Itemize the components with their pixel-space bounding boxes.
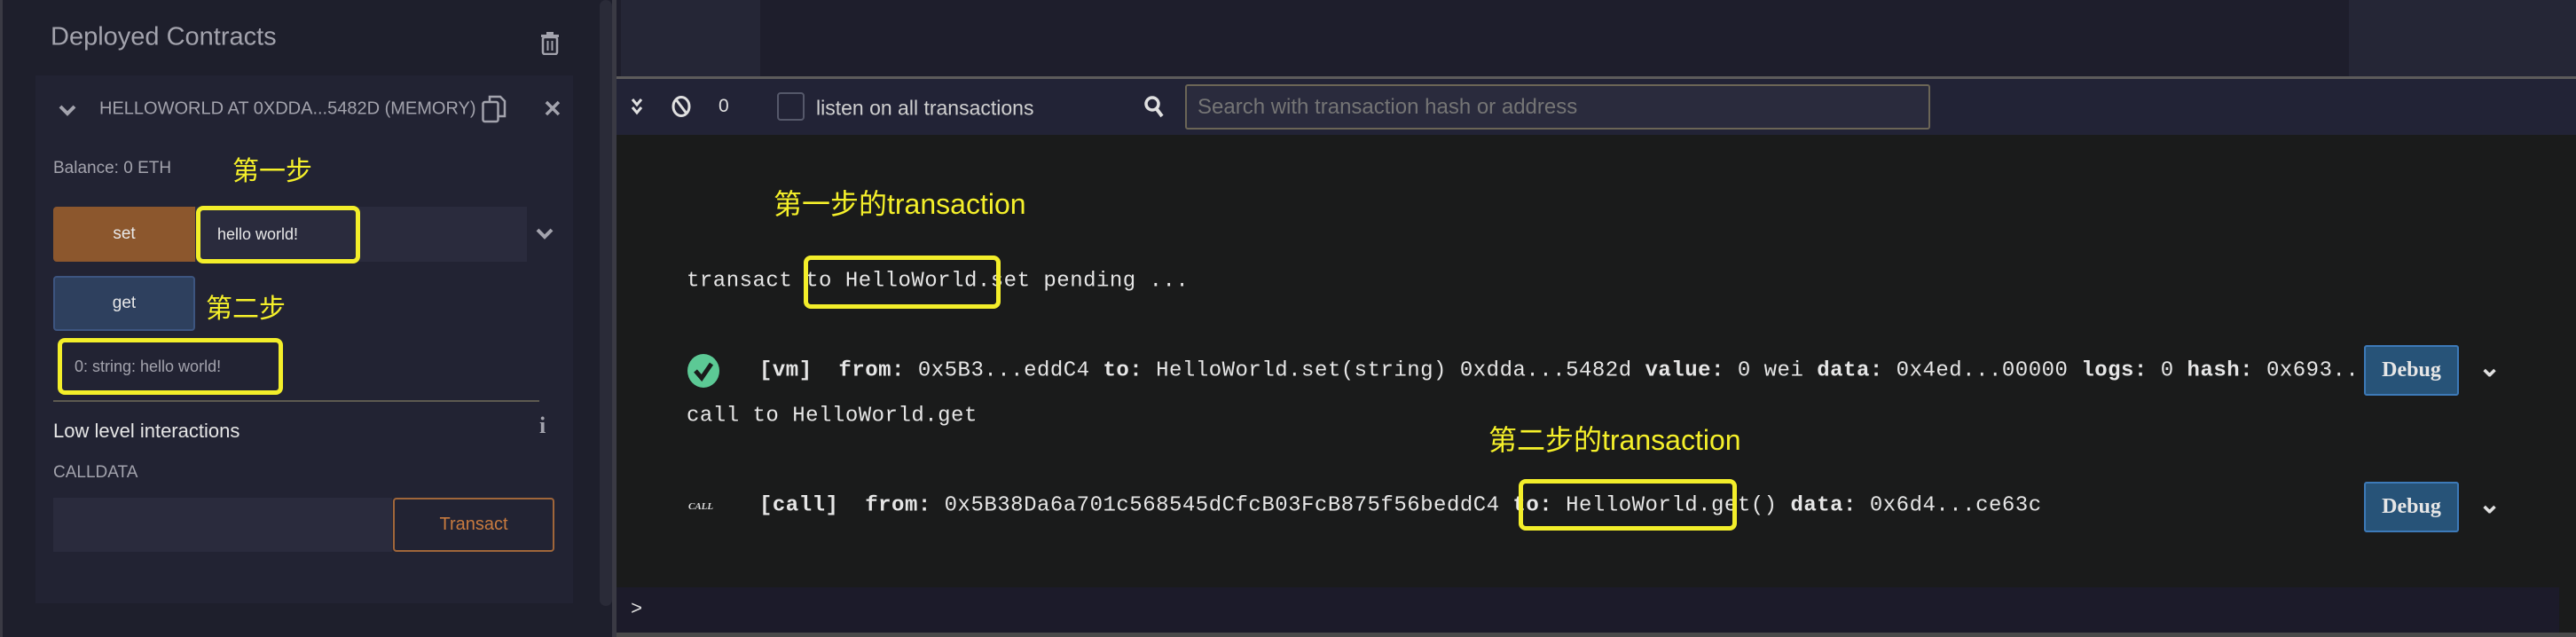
- calldata-label: CALLDATA: [53, 463, 138, 482]
- divider: [53, 400, 539, 402]
- contract-card: HELLOWORLD AT 0XDDA...5482D (MEMORY) ✕ B…: [35, 75, 573, 603]
- log-call-line: call to HelloWorld.get: [687, 404, 978, 429]
- highlight-box: [804, 256, 1001, 309]
- tx-tag: [call]: [759, 493, 839, 518]
- trash-icon[interactable]: [540, 32, 560, 55]
- data-value: 0x4ed...00000: [1896, 358, 2069, 383]
- data-label: data:: [1790, 493, 1857, 518]
- contract-header[interactable]: HELLOWORLD AT 0XDDA...5482D (MEMORY): [99, 99, 490, 120]
- set-input-value[interactable]: hello world!: [196, 206, 360, 263]
- editor-gutter: [621, 0, 760, 76]
- transact-button[interactable]: Transact: [393, 498, 554, 552]
- listen-label: listen on all transactions: [816, 96, 1034, 120]
- from-label: from:: [865, 493, 931, 518]
- from-value: 0x5B38Da6a701c568545dCfcB03FcB875f56bedd…: [944, 493, 1500, 518]
- value-value: 0 wei: [1737, 358, 1804, 383]
- tx-tag: [vm]: [759, 358, 813, 383]
- expand-chevron-icon[interactable]: ⌄: [2478, 352, 2501, 383]
- calldata-input[interactable]: [53, 498, 392, 552]
- terminal-input[interactable]: >: [617, 587, 2559, 633]
- get-button[interactable]: get: [53, 276, 195, 331]
- collapse-double-chevron-icon[interactable]: [631, 97, 643, 116]
- editor-minimap: [2349, 0, 2576, 76]
- to-value: HelloWorld.set(string) 0xdda...5482d: [1156, 358, 1632, 383]
- info-icon[interactable]: i: [539, 413, 546, 439]
- pending-suffix: pending ...: [1043, 269, 1190, 294]
- prompt-symbol: >: [631, 598, 643, 621]
- set-button[interactable]: set: [53, 207, 195, 262]
- debug-button[interactable]: Debug: [2364, 345, 2459, 396]
- expand-chevron-icon[interactable]: [536, 227, 554, 240]
- data-label: data:: [1817, 358, 1883, 383]
- highlight-box: [1519, 479, 1737, 531]
- horizontal-scrollbar[interactable]: [617, 633, 2576, 637]
- logs-label: logs:: [2081, 358, 2148, 383]
- log-vm-transaction[interactable]: [vm] from: 0x5B3...eddC4 to: HelloWorld.…: [759, 359, 2439, 383]
- from-value: 0x5B3...eddC4: [917, 358, 1090, 383]
- terminal-toolbar: 0 listen on all transactions: [617, 79, 2576, 135]
- data-value: 0x6d4...ce63c: [1869, 493, 2042, 518]
- listen-checkbox[interactable]: [777, 92, 805, 121]
- editor-area: [617, 0, 2576, 76]
- call-icon: CALL: [688, 501, 714, 512]
- logs-value: 0: [2160, 358, 2174, 383]
- annotation-step2: 第二步: [206, 295, 286, 324]
- annotation-tx-step2: 第二步的transaction: [1488, 424, 1741, 456]
- log-call-transaction[interactable]: [call] from: 0x5B38Da6a701c568545dCfcB03…: [759, 494, 2042, 518]
- clear-ban-icon[interactable]: [671, 95, 692, 118]
- debug-button[interactable]: Debug: [2364, 482, 2459, 532]
- annotation-step1: 第一步: [232, 157, 312, 186]
- hash-label: hash:: [2187, 358, 2254, 383]
- panel-title: Deployed Contracts: [51, 22, 277, 51]
- expand-chevron-icon[interactable]: ⌄: [2478, 489, 2501, 520]
- search-icon: [1144, 96, 1164, 118]
- copy-icon[interactable]: [482, 95, 507, 123]
- chevron-down-icon[interactable]: [59, 104, 76, 116]
- from-label: from:: [838, 358, 905, 383]
- get-output: 0: string: hello world!: [58, 338, 283, 395]
- annotation-tx-step1: 第一步的transaction: [774, 188, 1026, 220]
- close-icon[interactable]: ✕: [543, 96, 562, 123]
- transaction-search-input[interactable]: [1185, 84, 1930, 130]
- to-label: to:: [1103, 358, 1143, 383]
- scrollbar[interactable]: [600, 0, 612, 606]
- low-level-title: Low level interactions: [53, 420, 240, 442]
- pending-count: 0: [719, 96, 729, 116]
- value-label: value:: [1645, 358, 1724, 383]
- success-check-icon: [687, 354, 719, 388]
- balance: Balance: 0 ETH: [53, 159, 172, 177]
